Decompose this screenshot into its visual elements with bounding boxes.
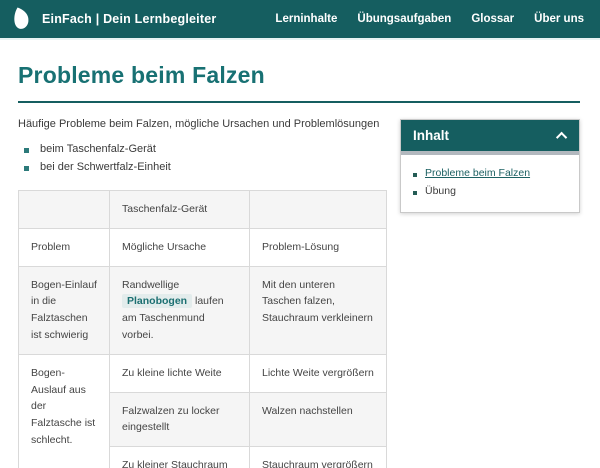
list-item: beim Taschenfalz-Gerät bbox=[20, 140, 388, 158]
site-header: EinFach | Dein Lernbegleiter Lerninhalte… bbox=[0, 0, 600, 40]
toc-collapse-toggle[interactable]: Inhalt bbox=[401, 120, 579, 155]
toc-item: Probleme beim Falzen bbox=[413, 164, 567, 182]
toc-link-uebung[interactable]: Übung bbox=[425, 185, 456, 197]
top-nav: Lerninhalte Übungsaufgaben Glossar Über … bbox=[275, 13, 584, 25]
toc-title: Inhalt bbox=[413, 128, 449, 143]
problem-cell: Bogen-Auslauf aus der Falztasche ist sch… bbox=[18, 353, 110, 468]
page-content: Probleme beim Falzen Häufige Probleme be… bbox=[0, 40, 600, 468]
problems-table: Taschenfalz-Gerät Problem Mögliche Ursac… bbox=[18, 190, 387, 468]
glossary-term-link[interactable]: Planobogen bbox=[122, 294, 193, 309]
brand-title: EinFach | Dein Lernbegleiter bbox=[42, 12, 217, 26]
solution-cell: Stauchraum vergrößern bbox=[249, 446, 387, 468]
table-group-header-row: Taschenfalz-Gerät bbox=[18, 190, 387, 229]
solution-cell: Walzen nachstellen bbox=[249, 391, 387, 448]
cause-cell: Zu kleine lichte Weite bbox=[109, 353, 250, 393]
nav-item-uebungsaufgaben[interactable]: Übungsaufgaben bbox=[357, 13, 451, 25]
nav-item-glossar[interactable]: Glossar bbox=[471, 13, 514, 25]
group-header-cell: Taschenfalz-Gerät bbox=[109, 190, 250, 229]
solution-cell: Lichte Weite vergrößern bbox=[249, 353, 387, 393]
cause-text: Randwellige bbox=[122, 278, 180, 291]
toc-body: Probleme beim Falzen Übung bbox=[401, 155, 579, 212]
title-divider bbox=[18, 101, 580, 103]
column-header-cause: Mögliche Ursache bbox=[109, 227, 250, 267]
nav-item-ueber-uns[interactable]: Über uns bbox=[534, 13, 584, 25]
brand-link[interactable]: EinFach | Dein Lernbegleiter bbox=[10, 6, 216, 32]
cause-cell: Falzwalzen zu locker eingestellt bbox=[109, 391, 250, 448]
drop-logo-icon bbox=[14, 7, 29, 29]
table-row: Bogen-Einlauf in die Falztaschen ist sch… bbox=[18, 265, 387, 355]
column-header-solution: Problem-Lösung bbox=[249, 227, 387, 267]
toc-link-probleme-beim-falzen[interactable]: Probleme beim Falzen bbox=[425, 167, 530, 179]
main-column: Häufige Probleme beim Falzen, mögliche U… bbox=[18, 116, 388, 468]
column-header-problem: Problem bbox=[18, 227, 110, 267]
empty-cell bbox=[18, 190, 110, 229]
cause-cell: Randwellige Planobogen laufen am Taschen… bbox=[109, 265, 250, 355]
intro-text: Häufige Probleme beim Falzen, mögliche U… bbox=[18, 118, 380, 130]
page-title: Probleme beim Falzen bbox=[18, 62, 265, 88]
list-item: bei der Schwertfalz-Einheit bbox=[20, 158, 388, 176]
cause-cell: Zu kleiner Stauchraum bbox=[109, 446, 250, 468]
toc-box: Inhalt Probleme beim Falzen Übung bbox=[400, 119, 580, 213]
table-row: Bogen-Auslauf aus der Falztasche ist sch… bbox=[18, 353, 387, 468]
nav-item-lerninhalte[interactable]: Lerninhalte bbox=[275, 13, 337, 25]
solution-cell: Mit den unteren Taschen falzen, Stauchra… bbox=[249, 265, 387, 355]
chevron-up-icon[interactable] bbox=[555, 131, 568, 143]
toc-item: Übung bbox=[413, 182, 567, 200]
intro-list: beim Taschenfalz-Gerät bei der Schwertfa… bbox=[20, 140, 388, 176]
problem-cell: Bogen-Einlauf in die Falztaschen ist sch… bbox=[18, 265, 110, 355]
empty-cell bbox=[249, 190, 387, 229]
table-column-header-row: Problem Mögliche Ursache Problem-Lösung bbox=[18, 227, 387, 267]
